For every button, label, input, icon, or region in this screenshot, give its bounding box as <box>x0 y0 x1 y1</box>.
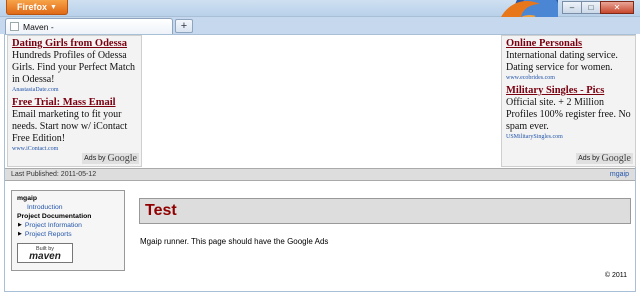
tab-title: Maven - <box>23 21 54 32</box>
ad-body: Hundreds Profiles of Odessa Girls. Find … <box>12 50 136 85</box>
minimize-button[interactable]: – <box>562 1 582 14</box>
built-by-maven-badge[interactable]: Built by maven <box>17 243 73 263</box>
ad-title-link[interactable]: Military Singles - Pics <box>506 85 632 97</box>
ad-item: Free Trial: Mass Email Email marketing t… <box>12 97 138 153</box>
last-published-text: Last Published: 2011-05-12 <box>11 171 97 178</box>
main-content: Test Mgaip runner. This page should have… <box>139 198 631 246</box>
page-favicon-icon <box>10 22 19 31</box>
ad-block-left: Dating Girls from Odessa Hundreds Profil… <box>7 35 142 167</box>
copyright-text: © 2011 <box>604 272 627 279</box>
nav-project-title: mgaip <box>17 195 38 202</box>
tab-bar: Maven - + <box>0 17 640 34</box>
page-viewport: Dating Girls from Odessa Hundreds Profil… <box>4 34 636 292</box>
ad-item: Military Singles - Pics Official site. +… <box>506 85 632 141</box>
window-titlebar: Firefox ▼ – □ ✕ <box>0 0 640 34</box>
maximize-button[interactable]: □ <box>581 1 601 14</box>
maven-logo-text: maven <box>29 251 61 262</box>
nav-link-introduction[interactable]: Introduction <box>17 203 119 212</box>
ad-title-link[interactable]: Online Personals <box>506 38 632 50</box>
publish-bar: Last Published: 2011-05-12 mgaip <box>5 168 635 181</box>
chevron-down-icon: ▼ <box>50 3 57 11</box>
ad-body: Official site. + 2 Million Profiles 100%… <box>506 97 631 132</box>
page-body-text: Mgaip runner. This page should have the … <box>140 237 329 246</box>
ads-by-label: Ads by <box>578 155 600 162</box>
firefox-menu-button[interactable]: Firefox ▼ <box>6 0 68 15</box>
nav-link-project-reports[interactable]: ▶ Project Reports <box>17 230 119 239</box>
expand-arrow-icon: ▶ <box>18 222 22 228</box>
ad-title-link[interactable]: Dating Girls from Odessa <box>12 38 138 50</box>
ad-url-link[interactable]: AnastasiaDate.com <box>12 86 138 94</box>
firefox-menu-label: Firefox <box>17 2 48 12</box>
nav-link-project-information[interactable]: ▶ Project Information <box>17 221 119 230</box>
ad-body: International dating service. Dating ser… <box>506 50 618 73</box>
nav-link-label: Project Reports <box>24 231 72 238</box>
google-label: Google <box>601 153 631 164</box>
nav-section-project-documentation: Project Documentation <box>17 213 92 220</box>
project-home-link[interactable]: mgaip <box>610 171 629 178</box>
expand-arrow-icon: ▶ <box>18 231 22 237</box>
page-title: Test <box>139 198 631 224</box>
google-label: Google <box>107 153 137 164</box>
left-navigation: mgaip Introduction Project Documentation… <box>11 190 125 271</box>
ad-block-right: Online Personals International dating se… <box>501 35 636 167</box>
window-controls: – □ ✕ <box>562 1 634 14</box>
close-button[interactable]: ✕ <box>600 1 634 14</box>
ads-by-google-link[interactable]: Ads by Google <box>576 153 633 164</box>
nav-link-label: Project Information <box>24 222 82 229</box>
ad-body: Email marketing to fit your needs. Start… <box>12 109 128 144</box>
new-tab-button[interactable]: + <box>175 19 193 33</box>
ad-url-link[interactable]: USMilitarySingles.com <box>506 133 632 141</box>
ad-url-link[interactable]: www.iContact.com <box>12 145 138 153</box>
ads-by-google-link[interactable]: Ads by Google <box>82 153 139 164</box>
ads-by-label: Ads by <box>84 155 106 162</box>
ad-item: Online Personals International dating se… <box>506 38 632 82</box>
ad-title-link[interactable]: Free Trial: Mass Email <box>12 97 138 109</box>
ad-url-link[interactable]: www.ecobrides.com <box>506 74 632 82</box>
tab-maven[interactable]: Maven - <box>5 18 173 34</box>
ad-item: Dating Girls from Odessa Hundreds Profil… <box>12 38 138 94</box>
